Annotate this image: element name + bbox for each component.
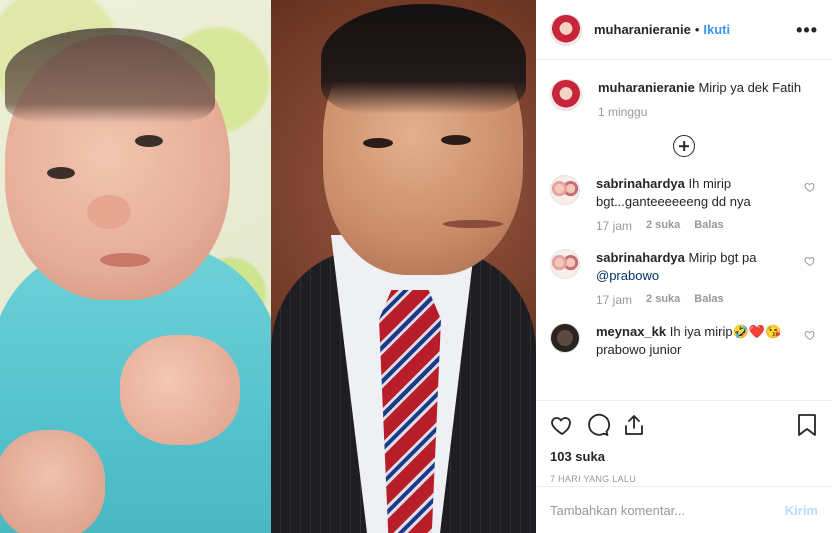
commenter-avatar[interactable]: [550, 323, 580, 353]
author-username[interactable]: muharanieranie: [594, 22, 691, 37]
man-portrait: [271, 0, 536, 533]
man-eye: [441, 135, 471, 145]
comment-bubble-icon[interactable]: [586, 413, 610, 437]
baby-hand: [120, 335, 240, 445]
like-heart-icon[interactable]: [550, 413, 574, 437]
comment-body: meynax_kk Ih iya mirip🤣❤️😘 prabowo junio…: [596, 323, 818, 359]
comment-input[interactable]: [550, 502, 785, 518]
action-icons: [550, 409, 818, 441]
like-comment-heart-icon[interactable]: [804, 255, 816, 267]
share-upload-icon[interactable]: [622, 413, 646, 437]
post-timestamp[interactable]: 7 HARI YANG LALU: [550, 474, 818, 484]
baby-eye: [47, 167, 75, 179]
author-avatar[interactable]: [550, 13, 582, 46]
tie: [379, 290, 441, 533]
comment-time[interactable]: 17 jam: [596, 293, 632, 307]
comment-likes[interactable]: 2 suka: [646, 219, 680, 233]
mention-link[interactable]: @prabowo: [596, 268, 659, 283]
caption: muharanieranie Mirip ya dek Fatih 1 ming…: [550, 79, 818, 119]
baby-hair: [5, 28, 215, 123]
caption-text: muharanieranie Mirip ya dek Fatih: [598, 79, 818, 97]
comment-body: sabrinahardya Ih mirip bgt...ganteeeeeen…: [596, 175, 818, 233]
separator-dot: •: [694, 22, 700, 37]
man-mouth: [443, 220, 503, 228]
caption-body: muharanieranie Mirip ya dek Fatih 1 ming…: [598, 79, 818, 119]
comment-time[interactable]: 17 jam: [596, 219, 632, 233]
caption-meta: 1 minggu: [598, 105, 818, 119]
follow-button[interactable]: Ikuti: [703, 22, 730, 37]
baby-eye: [135, 135, 163, 147]
comment-username[interactable]: sabrinahardya: [596, 176, 685, 191]
comments-list[interactable]: muharanieranie Mirip ya dek Fatih 1 ming…: [536, 61, 832, 400]
comment-text: sabrinahardya Ih mirip bgt...ganteeeeeen…: [596, 175, 792, 211]
more-options-icon[interactable]: •••: [796, 21, 818, 39]
comment-text: sabrinahardya Mirip bgt pa @prabowo: [596, 249, 792, 285]
like-count[interactable]: 103 suka: [550, 449, 818, 464]
author-avatar[interactable]: [550, 79, 582, 111]
caption-username[interactable]: muharanieranie: [598, 80, 695, 95]
like-comment-heart-icon[interactable]: [804, 181, 816, 193]
comment-likes[interactable]: 2 suka: [646, 293, 680, 307]
post-sidebar: muharanieranie • Ikuti ••• muharanierani…: [536, 0, 832, 533]
man-hair: [321, 4, 526, 114]
add-comment-bar: Kirim: [536, 486, 832, 533]
commenter-avatar[interactable]: [550, 249, 580, 279]
comment-content: Mirip bgt pa: [688, 250, 757, 265]
post-image[interactable]: [0, 0, 536, 533]
comment-item: sabrinahardya Ih mirip bgt...ganteeeeeen…: [550, 175, 818, 233]
baby-mouth: [100, 253, 150, 267]
baby-hand: [0, 430, 105, 533]
baby-nose: [87, 195, 131, 229]
load-more-comments[interactable]: [550, 135, 818, 157]
comment-username[interactable]: sabrinahardya: [596, 250, 685, 265]
like-comment-heart-icon[interactable]: [804, 329, 816, 341]
man-eye: [363, 138, 393, 148]
comment-meta: 17 jam 2 suka Balas: [596, 219, 792, 233]
post-header: muharanieranie • Ikuti •••: [536, 0, 832, 60]
caption-content: Mirip ya dek Fatih: [698, 80, 802, 95]
comment-meta: 17 jam 2 suka Balas: [596, 293, 792, 307]
caption-time[interactable]: 1 minggu: [598, 105, 647, 119]
reply-button[interactable]: Balas: [694, 293, 723, 307]
comment-body: sabrinahardya Mirip bgt pa @prabowo 17 j…: [596, 249, 818, 307]
comment-username[interactable]: meynax_kk: [596, 324, 666, 339]
baby-photo: [0, 0, 271, 533]
post-comment-button[interactable]: Kirim: [785, 503, 818, 518]
bookmark-icon[interactable]: [796, 413, 818, 437]
plus-circle-icon[interactable]: [673, 135, 695, 157]
comment-item: meynax_kk Ih iya mirip🤣❤️😘 prabowo junio…: [550, 323, 818, 359]
post-actions: 103 suka 7 HARI YANG LALU: [536, 400, 832, 484]
reply-button[interactable]: Balas: [694, 219, 723, 233]
comment-text: meynax_kk Ih iya mirip🤣❤️😘 prabowo junio…: [596, 323, 792, 359]
commenter-avatar[interactable]: [550, 175, 580, 205]
comment-item: sabrinahardya Mirip bgt pa @prabowo 17 j…: [550, 249, 818, 307]
